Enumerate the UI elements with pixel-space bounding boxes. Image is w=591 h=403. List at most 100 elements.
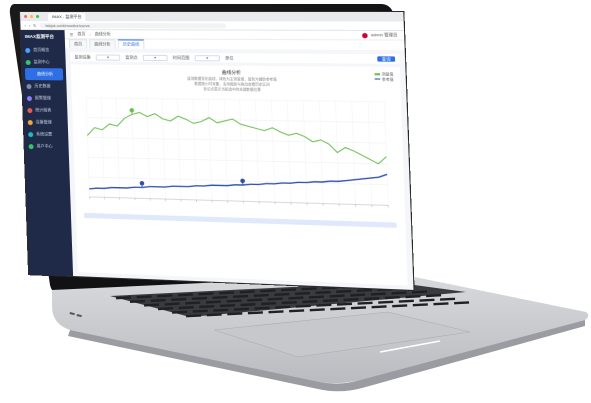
key	[336, 302, 353, 306]
sidebar-item[interactable]: 统计报表	[23, 104, 67, 117]
device-select[interactable]: ▾	[95, 53, 121, 61]
main-area: ☰ 首页 / 曲线分析 admin 管理员 首页 曲线分析 历史曲线 监测设备	[64, 30, 414, 290]
key	[260, 289, 276, 293]
key	[289, 309, 305, 313]
laptop: IMAX - 监测平台 ‹ › ↻ fxbjvk.cn/#/monitor/cu…	[0, 0, 591, 403]
key	[371, 305, 387, 309]
grid-line	[319, 101, 323, 204]
x-axis	[89, 197, 388, 206]
key	[350, 293, 366, 297]
avatar[interactable]	[362, 32, 368, 38]
key	[378, 300, 394, 304]
sidebar-nav: 首页概览 监测中心曲线分析历史数据报警管理统计报表 设备管理 系统设置用户中心	[21, 44, 69, 153]
series-line	[87, 112, 387, 164]
key	[364, 297, 380, 301]
grid-line	[368, 102, 372, 205]
key	[150, 298, 166, 302]
sidebar-item[interactable]: 报警管理	[23, 92, 67, 105]
close-window-icon[interactable]	[24, 15, 28, 19]
key	[301, 287, 317, 291]
breadcrumb-home[interactable]: 首页	[77, 31, 85, 37]
tab-curve[interactable]: 曲线分析	[89, 39, 116, 49]
key	[247, 311, 263, 315]
grid-line	[177, 99, 181, 199]
minimize-window-icon[interactable]	[30, 15, 34, 19]
sidebar-item[interactable]: 首页概览	[21, 44, 65, 56]
key	[392, 304, 408, 308]
key	[233, 307, 249, 311]
forward-icon[interactable]: ›	[29, 23, 31, 28]
grid-line	[352, 101, 356, 204]
key	[294, 291, 311, 295]
sidebar-item-label: 曲线分析	[36, 71, 54, 77]
sidebar-item-label: 历史数据	[34, 83, 51, 89]
sidebar-item[interactable]: 曲线分析	[24, 68, 64, 81]
legend-item[interactable]: 参考值	[374, 77, 394, 82]
grid-line	[86, 98, 384, 102]
legend-label: 参考值	[381, 76, 394, 82]
sidebar-item[interactable]: 用户中心	[24, 140, 68, 153]
sidebar-item-label: 用户中心	[36, 143, 53, 149]
key	[205, 300, 221, 304]
sidebar-item[interactable]: 历史数据	[22, 80, 66, 93]
back-icon[interactable]: ‹	[24, 23, 26, 28]
key	[177, 293, 193, 297]
grid-line	[88, 157, 387, 164]
key	[288, 296, 304, 300]
series-line	[88, 167, 387, 197]
key	[315, 290, 331, 294]
user-name[interactable]: admin 管理员	[371, 32, 398, 38]
nav-icon	[27, 119, 33, 125]
key	[316, 303, 332, 307]
device-label: 监测设备	[74, 53, 91, 59]
sidebar-item[interactable]: 设备管理	[24, 116, 68, 129]
key	[281, 301, 297, 305]
data-marker	[240, 178, 246, 184]
legend-label: 测量值	[381, 72, 394, 77]
key	[226, 299, 242, 303]
reload-icon[interactable]: ↻	[33, 23, 37, 28]
key	[356, 288, 372, 292]
grid-line	[87, 137, 386, 143]
sidebar-item-label: 报警管理	[34, 95, 51, 101]
grid-line	[287, 100, 291, 202]
key	[433, 302, 449, 306]
point-select[interactable]: ▾	[142, 54, 168, 61]
key	[370, 292, 386, 296]
topbar-right: admin 管理员	[362, 32, 404, 38]
maximize-window-icon[interactable]	[35, 15, 40, 19]
screen: IMAX - 监测平台 ‹ › ↻ fxbjvk.cn/#/monitor/cu…	[20, 12, 414, 290]
browser-tab[interactable]: IMAX - 监测平台	[47, 12, 86, 21]
key	[384, 296, 400, 300]
tab-history[interactable]: 历史曲线	[117, 39, 145, 49]
key	[213, 308, 229, 312]
time-range-picker[interactable]: ▾	[194, 54, 220, 61]
key	[336, 289, 352, 293]
grid-line	[116, 98, 119, 198]
key	[219, 304, 235, 308]
key	[412, 303, 428, 307]
key	[130, 299, 146, 303]
sidebar-item[interactable]: 监测中心	[22, 56, 66, 68]
key	[136, 295, 152, 299]
key	[185, 301, 201, 305]
key	[412, 290, 428, 294]
key	[227, 312, 243, 316]
key	[343, 298, 359, 302]
key	[171, 297, 187, 301]
key	[309, 308, 325, 312]
grid-line	[147, 99, 151, 199]
menu-toggle-icon[interactable]: ☰	[70, 32, 74, 37]
url-field[interactable]: fxbjvk.cn/#/monitor/curve	[39, 22, 227, 28]
grid-line	[384, 102, 388, 206]
tab-home[interactable]: 首页	[68, 39, 88, 49]
key	[247, 298, 263, 302]
key	[398, 299, 414, 303]
query-button[interactable]: 查询	[377, 56, 396, 62]
line-chart[interactable]	[78, 94, 396, 221]
key	[329, 294, 345, 298]
sidebar-item[interactable]: 系统设置	[24, 128, 68, 141]
nav-icon	[25, 59, 31, 65]
grid-line	[303, 101, 307, 203]
grid-line	[271, 100, 275, 202]
